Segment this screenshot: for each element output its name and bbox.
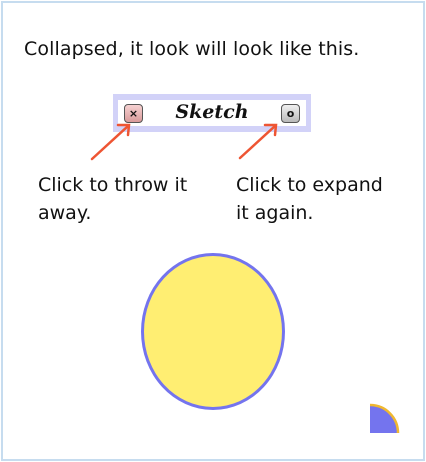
arrow-to-expand-icon bbox=[238, 124, 277, 160]
yellow-circle-shape bbox=[141, 253, 285, 410]
close-caption-line-1: Click to throw it bbox=[38, 174, 188, 196]
arrow-to-close-icon bbox=[90, 124, 130, 161]
expand-caption: Click to expand it again. bbox=[236, 171, 383, 227]
expand-caption-line-1: Click to expand bbox=[236, 174, 383, 196]
expand-caption-line-2: it again. bbox=[236, 202, 314, 224]
close-caption: Click to throw it away. bbox=[38, 171, 187, 227]
close-caption-line-2: away. bbox=[38, 202, 92, 224]
resize-corner-handle[interactable] bbox=[368, 403, 402, 435]
